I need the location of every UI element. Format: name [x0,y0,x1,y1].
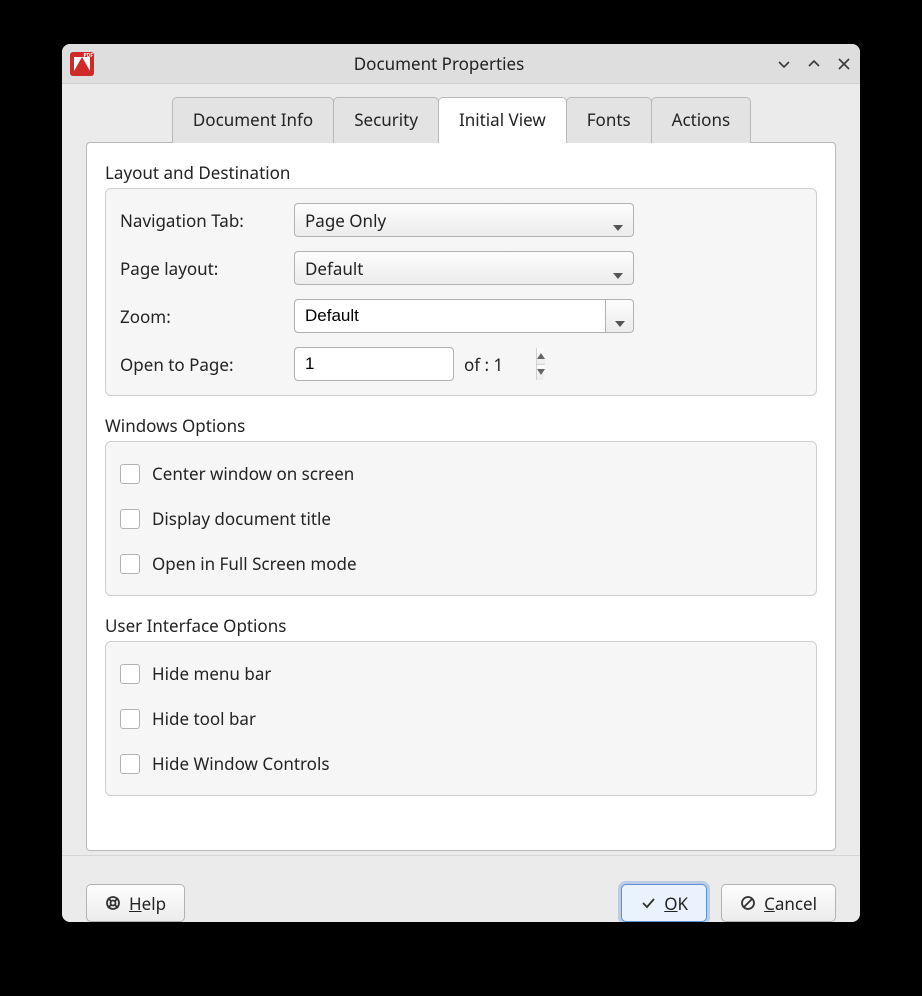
tab-bar: Document Info Security Initial View Font… [86,97,836,143]
page-layout-value: Default [305,257,613,280]
navigation-tab-label: Navigation Tab: [120,209,280,232]
help-label: Help [129,892,166,915]
chevron-down-icon [613,263,623,273]
page-layout-label: Page layout: [120,257,280,280]
zoom-combo-button[interactable] [605,300,633,332]
minimize-icon[interactable] [776,56,792,72]
open-to-page-row: of : 1 [294,347,802,381]
ok-label: OK [664,892,688,915]
ui-options-group: Hide menu bar Hide tool bar Hide Window … [105,641,817,796]
check-label: Hide tool bar [152,707,256,730]
zoom-label: Zoom: [120,305,280,328]
layout-section: Layout and Destination Navigation Tab: P… [105,161,817,396]
layout-section-title: Layout and Destination [105,161,817,184]
tab-fonts[interactable]: Fonts [566,97,652,143]
check-label: Hide Window Controls [152,752,330,775]
maximize-icon[interactable] [806,56,822,72]
navigation-tab-value: Page Only [305,209,613,232]
ui-options-section: User Interface Options Hide menu bar Hid… [105,614,817,796]
checkbox-icon [120,464,140,484]
checkbox-icon [120,509,140,529]
check-label: Center window on screen [152,462,354,485]
chevron-down-icon [613,215,623,225]
zoom-input[interactable] [295,300,605,332]
window-controls [776,56,852,72]
cancel-label: Cancel [764,892,817,915]
tab-page-initial-view: Layout and Destination Navigation Tab: P… [86,142,836,851]
window-title: Document Properties [102,52,776,75]
check-hide-window-controls[interactable]: Hide Window Controls [120,746,802,781]
check-hide-toolbar[interactable]: Hide tool bar [120,701,802,736]
check-fullscreen[interactable]: Open in Full Screen mode [120,546,802,581]
checkbox-icon [120,754,140,774]
spin-up-icon[interactable] [537,348,545,365]
check-center-window[interactable]: Center window on screen [120,456,802,491]
page-layout-combo[interactable]: Default [294,251,634,285]
check-hide-menu[interactable]: Hide menu bar [120,656,802,691]
app-pdf-icon [70,52,94,76]
check-display-title[interactable]: Display document title [120,501,802,536]
check-label: Open in Full Screen mode [152,552,357,575]
spin-down-icon[interactable] [537,365,545,381]
dialog-footer: Help OK Cancel [62,872,860,922]
check-label: Hide menu bar [152,662,271,685]
checkbox-icon [120,554,140,574]
tab-initial-view[interactable]: Initial View [438,97,567,143]
close-icon[interactable] [836,56,852,72]
windows-options-group: Center window on screen Display document… [105,441,817,596]
dialog-window: Document Properties Document Info Securi… [62,44,860,922]
open-to-page-suffix: of : 1 [464,353,503,376]
cancel-button[interactable]: Cancel [721,884,836,922]
check-label: Display document title [152,507,331,530]
checkbox-icon [120,664,140,684]
ui-options-title: User Interface Options [105,614,817,637]
tab-actions[interactable]: Actions [651,97,751,143]
windows-options-section: Windows Options Center window on screen … [105,414,817,596]
tab-security[interactable]: Security [333,97,439,143]
separator [62,855,860,856]
dialog-body: Document Info Security Initial View Font… [62,84,860,872]
titlebar: Document Properties [62,44,860,84]
cancel-icon [740,895,756,911]
open-to-page-label: Open to Page: [120,353,280,376]
chevron-down-icon [615,311,625,321]
layout-group: Navigation Tab: Page Only Page layout: D… [105,188,817,396]
checkbox-icon [120,709,140,729]
zoom-combo[interactable] [294,299,634,333]
check-icon [640,895,656,911]
open-to-page-spin[interactable] [294,347,454,381]
windows-options-title: Windows Options [105,414,817,437]
ok-button[interactable]: OK [621,884,707,922]
help-icon [105,895,121,911]
navigation-tab-combo[interactable]: Page Only [294,203,634,237]
help-button[interactable]: Help [86,884,185,922]
tab-document-info[interactable]: Document Info [172,97,334,143]
